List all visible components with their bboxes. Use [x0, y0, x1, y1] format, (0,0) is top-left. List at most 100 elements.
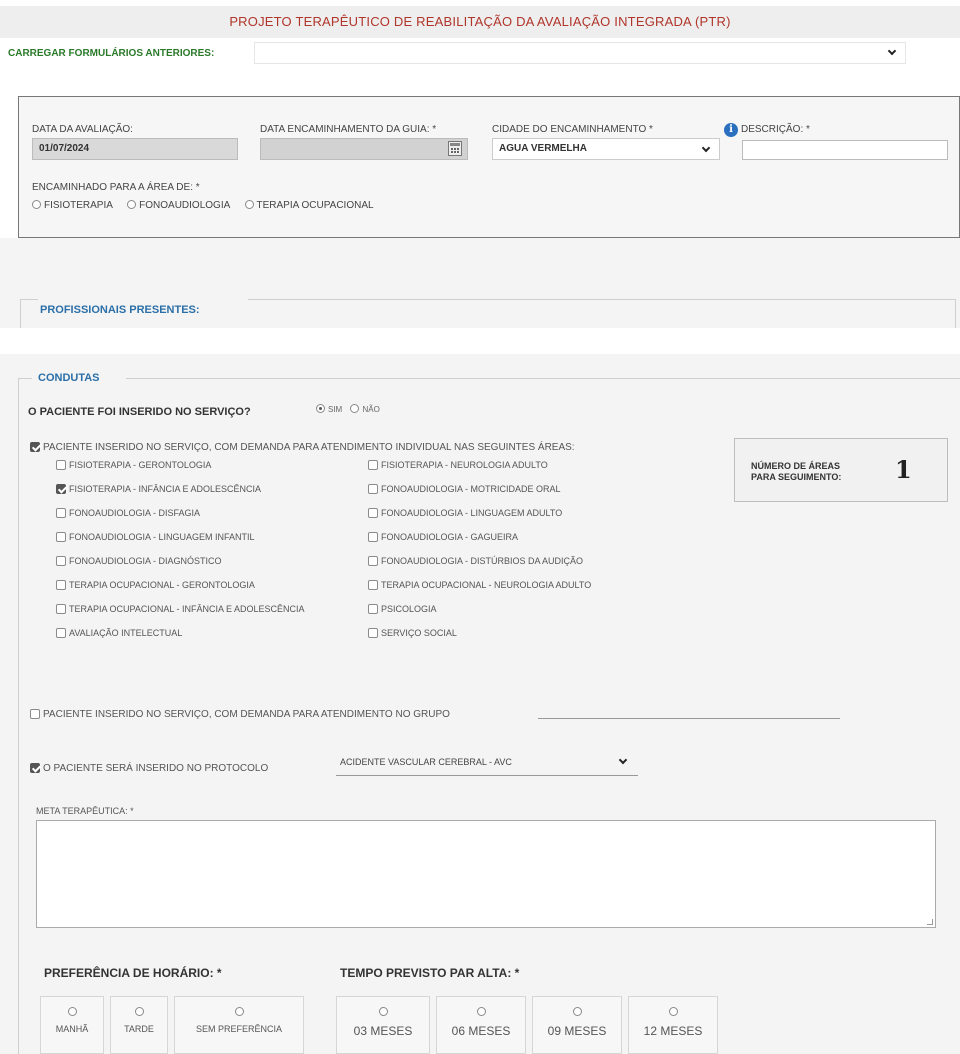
radio-button[interactable] — [234, 1007, 244, 1016]
radio-button[interactable] — [668, 1007, 678, 1016]
area-option[interactable]: SERVIÇO SOCIAL — [368, 628, 457, 638]
radio-button[interactable] — [32, 200, 41, 209]
area-option[interactable]: FONOAUDIOLOGIA - DIAGNÓSTICO — [56, 556, 222, 566]
area-checkbox[interactable] — [56, 532, 66, 542]
area-option-label: TERAPIA OCUPACIONAL - NEUROLOGIA ADULTO — [381, 580, 592, 590]
discharge-option-09[interactable]: 09 MESES — [532, 996, 622, 1054]
radio-button[interactable] — [572, 1007, 582, 1016]
description-input[interactable] — [742, 140, 948, 160]
radio-button[interactable] — [134, 1007, 144, 1016]
area-checkbox[interactable] — [368, 508, 378, 518]
area-option-terapia-ocupacional[interactable]: TERAPIA OCUPACIONAL — [244, 200, 374, 211]
info-icon[interactable]: i — [724, 123, 738, 137]
inserted-no-option[interactable]: NÃO — [350, 404, 380, 414]
schedule-option-sem-preferencia[interactable]: SEM PREFERÊNCIA — [174, 996, 304, 1054]
area-checkbox[interactable] — [368, 580, 378, 590]
schedule-option-manha[interactable]: MANHÃ — [40, 996, 104, 1054]
guide-date-field[interactable] — [260, 138, 468, 160]
area-radio-group: FISIOTERAPIA FONOAUDIOLOGIA TERAPIA OCUP… — [32, 200, 374, 211]
area-option-label: FISIOTERAPIA - NEUROLOGIA ADULTO — [381, 460, 548, 470]
chevron-down-icon — [701, 143, 711, 153]
area-checkbox[interactable] — [368, 460, 378, 470]
area-option[interactable]: TERAPIA OCUPACIONAL - GERONTOLOGIA — [56, 580, 255, 590]
area-option-fonoaudiologia[interactable]: FONOAUDIOLOGIA — [127, 200, 230, 211]
area-checkbox[interactable] — [56, 508, 66, 518]
area-checkbox[interactable] — [56, 556, 66, 566]
protocol-checkbox[interactable] — [30, 763, 40, 773]
calendar-icon[interactable] — [448, 141, 462, 156]
condutas-legend: CONDUTAS — [38, 372, 100, 384]
area-checkbox[interactable] — [56, 604, 66, 614]
area-checkbox[interactable] — [56, 460, 66, 470]
area-option[interactable]: FONOAUDIOLOGIA - DISTÚRBIOS DA AUDIÇÃO — [368, 556, 583, 566]
radio-button[interactable] — [127, 200, 137, 209]
area-option-fisioterapia[interactable]: FISIOTERAPIA — [32, 200, 112, 211]
area-option[interactable]: FONOAUDIOLOGIA - MOTRICIDADE ORAL — [368, 484, 561, 494]
radio-button[interactable] — [316, 404, 325, 413]
chevron-down-icon — [887, 46, 897, 56]
area-checkbox[interactable] — [368, 532, 378, 542]
area-option[interactable]: FISIOTERAPIA - NEUROLOGIA ADULTO — [368, 460, 548, 470]
area-option-label: FONOAUDIOLOGIA - GAGUEIRA — [381, 532, 519, 542]
area-option[interactable]: TERAPIA OCUPACIONAL - NEUROLOGIA ADULTO — [368, 580, 591, 590]
area-option-label: FISIOTERAPIA - GERONTOLOGIA — [69, 460, 212, 470]
radio-button[interactable] — [476, 1007, 486, 1016]
area-option[interactable]: TERAPIA OCUPACIONAL - INFÂNCIA E ADOLESC… — [56, 604, 305, 614]
area-option-label: TERAPIA OCUPACIONAL - INFÂNCIA E ADOLESC… — [69, 604, 305, 614]
radio-button[interactable] — [244, 200, 254, 209]
fieldset-border — [20, 299, 38, 300]
fieldset-border — [126, 378, 960, 379]
protocol-select[interactable]: ACIDENTE VASCULAR CEREBRAL - AVC — [336, 754, 638, 776]
area-option-label: FONOAUDIOLOGIA - DISFAGIA — [69, 508, 201, 518]
area-option[interactable]: FONOAUDIOLOGIA - GAGUEIRA — [368, 532, 518, 542]
area-checkbox[interactable] — [56, 580, 66, 590]
individual-demand-checkbox[interactable] — [30, 442, 40, 452]
resize-handle[interactable] — [927, 919, 933, 925]
area-option[interactable]: PSICOLOGIA — [368, 604, 437, 614]
inserted-yes-option[interactable]: SIM — [316, 404, 342, 414]
area-option-label: FONOAUDIOLOGIA - MOTRICIDADE ORAL — [381, 484, 561, 494]
area-option[interactable]: FISIOTERAPIA - GERONTOLOGIA — [56, 460, 211, 470]
individual-demand-option[interactable]: PACIENTE INSERIDO NO SERVIÇO, COM DEMAND… — [30, 442, 575, 453]
discharge-option-06[interactable]: 06 MESES — [436, 996, 526, 1054]
area-option-label: AVALIAÇÃO INTELECTUAL — [69, 628, 183, 638]
area-label: ENCAMINHADO PARA A ÁREA DE: * — [32, 182, 200, 193]
counter-value: 1 — [895, 455, 912, 484]
city-select[interactable]: AGUA VERMELHA — [492, 138, 720, 160]
area-option[interactable]: FISIOTERAPIA - INFÂNCIA E ADOLESCÊNCIA — [56, 484, 261, 494]
meta-textarea[interactable] — [36, 820, 936, 928]
area-checkbox[interactable] — [368, 556, 378, 566]
group-demand-option[interactable]: PACIENTE INSERIDO NO SERVIÇO, COM DEMAND… — [30, 709, 450, 720]
area-option[interactable]: FONOAUDIOLOGIA - LINGUAGEM ADULTO — [368, 508, 562, 518]
area-option[interactable]: AVALIAÇÃO INTELECTUAL — [56, 628, 182, 638]
group-input[interactable] — [538, 718, 840, 719]
load-forms-select[interactable] — [254, 42, 906, 64]
area-checkbox[interactable] — [368, 484, 378, 494]
area-option-label: FONOAUDIOLOGIA - LINGUAGEM INFANTIL — [69, 532, 255, 542]
evaluation-panel — [18, 96, 960, 238]
area-checkbox[interactable] — [56, 628, 66, 638]
meta-label: META TERAPÊUTICA: * — [36, 806, 134, 816]
schedule-option-tarde[interactable]: TARDE — [110, 996, 168, 1054]
section-gap — [0, 328, 960, 354]
radio-button[interactable] — [350, 404, 360, 413]
evaluation-date-field[interactable]: 01/07/2024 — [32, 138, 238, 160]
group-demand-checkbox[interactable] — [30, 709, 40, 719]
radio-button[interactable] — [67, 1007, 77, 1016]
discharge-option-12[interactable]: 12 MESES — [628, 996, 718, 1054]
radio-button[interactable] — [378, 1007, 388, 1016]
area-checkbox[interactable] — [56, 484, 66, 494]
fieldset-border — [20, 299, 21, 328]
area-checkbox[interactable] — [368, 604, 378, 614]
protocol-option[interactable]: O PACIENTE SERÁ INSERIDO NO PROTOCOLO — [30, 763, 268, 774]
inserted-radio-group: SIM NÃO — [316, 404, 380, 414]
guide-date-label: DATA ENCAMINHAMENTO DA GUIA: * — [260, 124, 437, 135]
area-checkbox[interactable] — [368, 628, 378, 638]
discharge-option-03[interactable]: 03 MESES — [336, 996, 430, 1054]
area-option[interactable]: FONOAUDIOLOGIA - LINGUAGEM INFANTIL — [56, 532, 255, 542]
counter-label: NÚMERO DE ÁREAS PARA SEGUIMENTO: — [751, 461, 842, 482]
area-option[interactable]: FONOAUDIOLOGIA - DISFAGIA — [56, 508, 200, 518]
protocol-select-value: ACIDENTE VASCULAR CEREBRAL - AVC — [340, 757, 512, 767]
page-title: PROJETO TERAPÊUTICO DE REABILITAÇÃO DA A… — [0, 6, 960, 38]
fieldset-border — [955, 299, 956, 328]
